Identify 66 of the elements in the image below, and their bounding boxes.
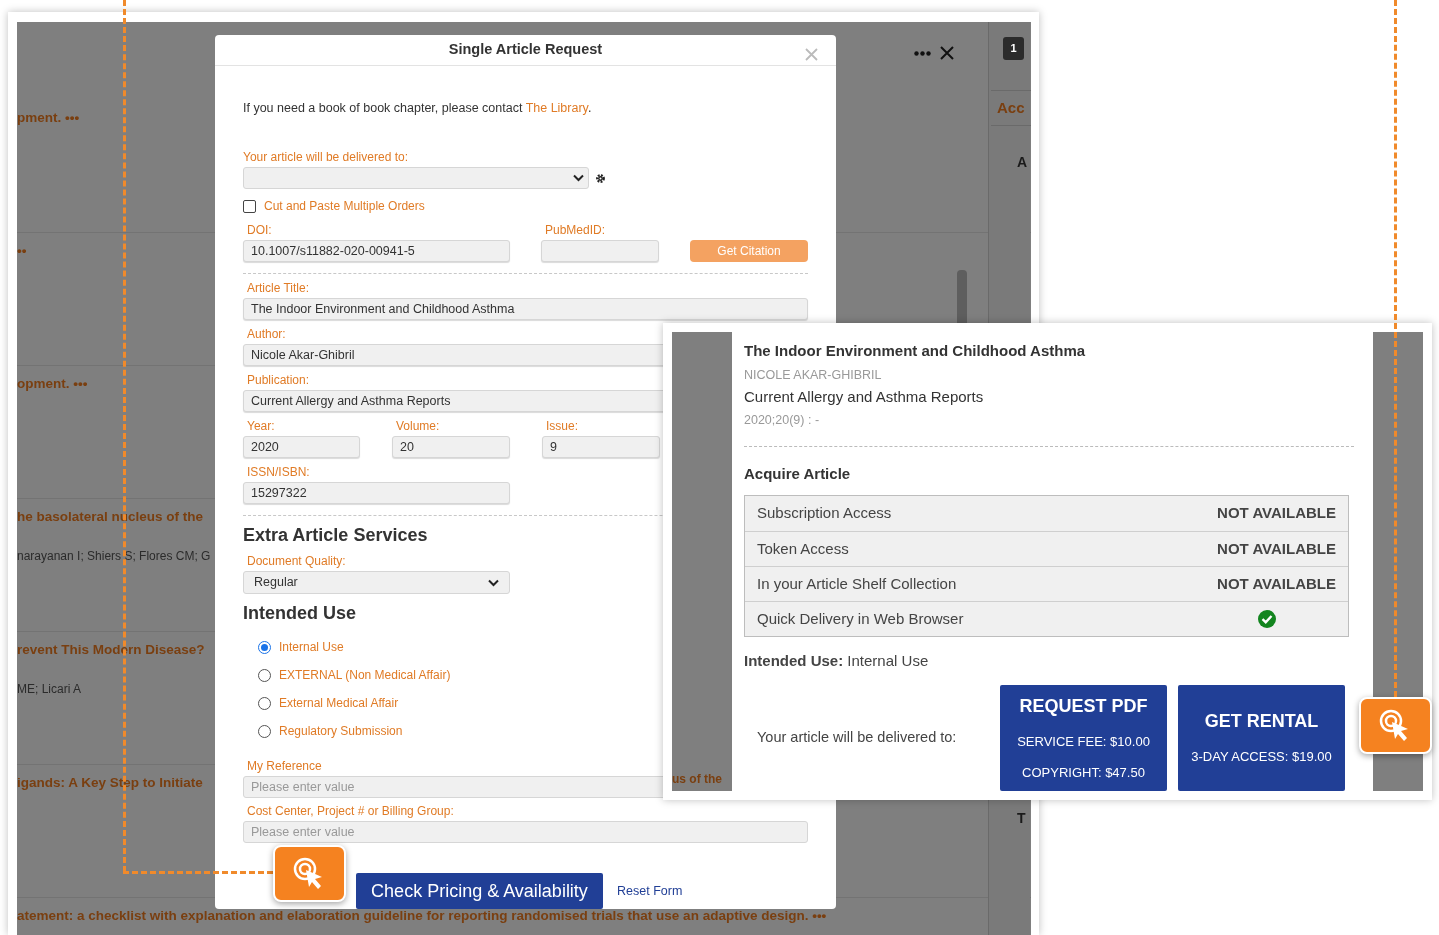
option-status: NOT AVAILABLE [1217,538,1336,559]
check-icon [1258,610,1276,628]
field-label: DOI: [246,222,272,239]
result-title: opment. ••• [17,375,88,393]
result-title: revent This Modern Disease? [17,641,205,659]
radio-label: External Medical Affair [279,695,399,712]
purchase-button[interactable]: GET RENTAL 3-DAY ACCESS: $19.00 [1178,684,1345,791]
field-label: Issue: [545,418,578,435]
close-icon[interactable] [940,46,954,60]
field-label: ISSN/ISBN: [246,464,310,481]
pubmed-field[interactable] [541,240,659,262]
section-heading: Acquire Article [744,463,852,484]
field-label: Cost Center, Project # or Billing Group: [246,803,454,820]
modal-title: Single Article Request [448,40,603,60]
panel-heading: A [1017,153,1028,172]
result-authors: ME; Licari A [17,681,82,699]
quality-select[interactable]: Regular [243,571,510,594]
option-label: In your Article Shelf Collection [757,573,957,594]
delivery-text: Your article will be delivered to: [757,727,958,747]
chevron-down-icon [573,174,584,182]
section-heading: Intended Use [243,602,357,625]
check-pricing-button[interactable]: Check Pricing & Availability [356,873,603,909]
option-label: Quick Delivery in Web Browser [757,608,964,629]
result-authors: narayanan I; Shiers S; Flores CM; G [17,548,211,566]
title-field[interactable]: The Indoor Environment and Childhood Asthma [243,298,808,320]
checkbox[interactable] [243,199,256,213]
field-label: Volume: [395,418,440,435]
field-label: PubMedID: [544,222,606,239]
volume-field[interactable]: 20 [392,436,510,458]
chevron-down-icon [488,578,499,587]
intended-use-text: Intended Use: Internal Use [744,651,930,671]
more-icon [914,51,931,56]
field-label: Document Quality: [246,553,346,570]
section-heading: Extra Article Services [243,524,428,547]
field-label: My Reference [246,758,322,775]
option-status: NOT AVAILABLE [1217,573,1336,594]
citation-text: 2020;20(9) : - [744,411,821,429]
issn-field[interactable]: 15297322 [243,482,510,504]
checkbox-label: Cut and Paste Multiple Orders [264,198,425,215]
field-label: Your article will be delivered to: [243,149,408,166]
article-author: NICOLE AKAR-GHIBRIL [744,366,883,384]
cost-center-field[interactable]: Please enter value [243,821,808,843]
radio-label: Internal Use [279,639,344,656]
field-label: Year: [246,418,275,435]
count-badge: 1 [1003,37,1024,60]
reset-form-link[interactable]: Reset Form [617,881,683,901]
option-status: NOT AVAILABLE [1217,503,1336,524]
option-label: Token Access [757,538,849,559]
result-title: igands: A Key Step to Initiate [17,774,203,792]
result-title: he basolateral nucleus of the [17,508,204,526]
field-label: Publication: [246,372,310,389]
issue-field[interactable]: 9 [542,436,660,458]
field-label: Article Title: [246,280,309,297]
intro-text: If you need a book of book chapter, please contact The Library. [243,100,593,118]
field-label: Author: [246,326,286,343]
doi-field[interactable]: 10.1007/s11882-020-00941-5 [243,240,510,262]
panel-heading: T [1017,809,1026,828]
radio-label: Regulatory Submission [279,723,403,740]
settings-icon[interactable] [595,172,606,184]
purchase-button[interactable]: REQUEST PDF SERVICE FEE: $10.00 COPYRIGHT: $47.50 [1000,684,1167,791]
option-label: Subscription Access [757,503,892,524]
result-title: pment. ••• [17,109,80,127]
year-field[interactable]: 2020 [243,436,360,458]
radio-label: EXTERNAL (Non Medical Affair) [279,667,451,684]
result-title: atement: a checklist with explanation and elaboration guideline for reporting randomised trials that use an adaptive design. ••• [17,907,827,925]
result-title: •• [17,242,27,260]
